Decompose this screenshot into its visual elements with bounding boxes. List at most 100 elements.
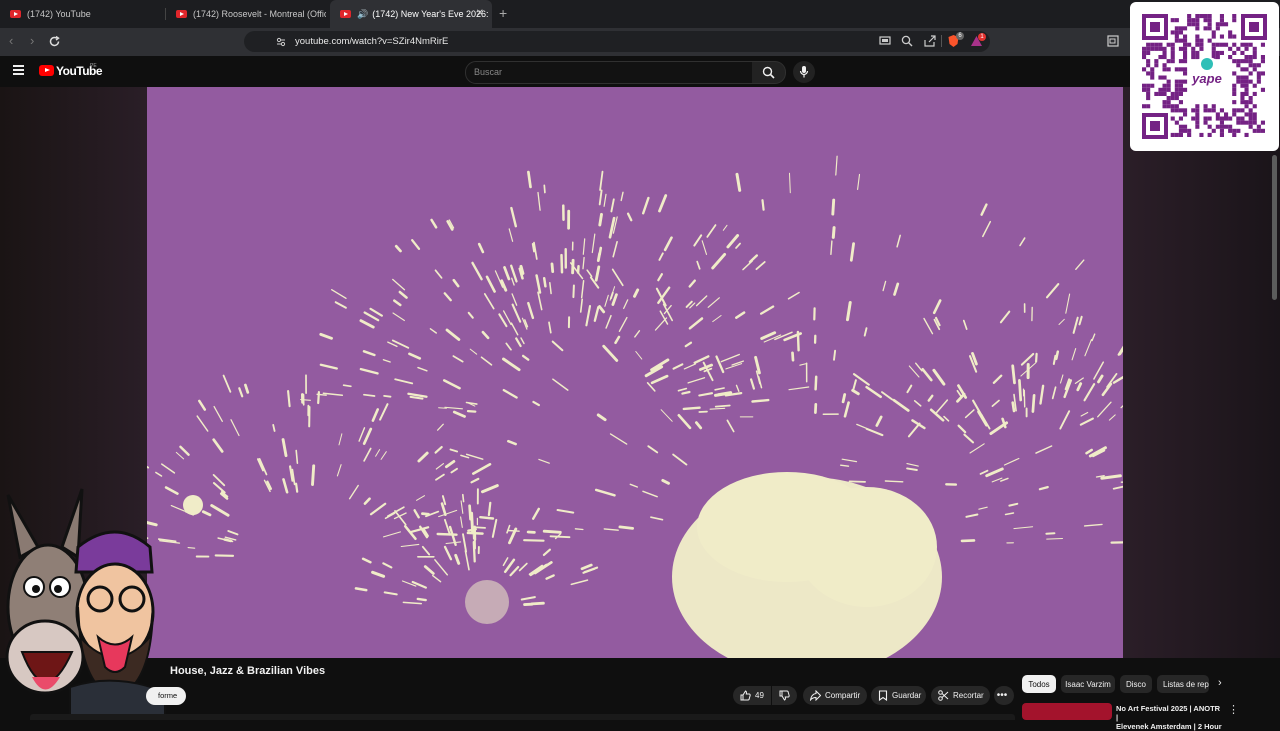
firework-streak <box>456 555 459 563</box>
like-button[interactable]: 49 <box>733 686 771 705</box>
firework-streak <box>761 307 773 314</box>
site-settings-icon[interactable] <box>276 37 286 47</box>
video-player[interactable] <box>147 87 1123 658</box>
firework-streak <box>473 464 490 473</box>
qr-module <box>1261 88 1265 92</box>
hamburger-menu-icon[interactable] <box>13 65 24 75</box>
firework-streak <box>934 301 940 313</box>
firework-streak <box>528 303 533 318</box>
save-button[interactable]: Guardar <box>871 686 926 705</box>
chip-todos[interactable]: Todos <box>1022 675 1056 693</box>
chip-playlists[interactable]: Listas de repr <box>1157 675 1209 693</box>
qr-module <box>1154 43 1158 47</box>
clip-button[interactable]: Recortar <box>931 686 990 705</box>
qr-module <box>1232 112 1236 116</box>
firework-streak <box>587 270 591 276</box>
firework-streak <box>511 567 519 575</box>
qr-module <box>1158 76 1162 80</box>
voice-search-button[interactable] <box>793 61 815 83</box>
qr-module <box>1146 51 1150 55</box>
chip-isaac-varzim[interactable]: Isaac Varzim <box>1061 675 1115 693</box>
firework-streak <box>197 416 208 431</box>
speaker-icon[interactable]: 🔊 <box>357 9 368 20</box>
qr-module <box>1195 55 1199 59</box>
qr-module <box>1245 43 1249 47</box>
tab-title: (1742) New Year's Eve 2026: <box>372 9 488 19</box>
firework-streak <box>454 280 458 286</box>
qr-module <box>1175 67 1179 71</box>
qr-module <box>1150 76 1154 80</box>
zoom-icon[interactable] <box>901 35 913 47</box>
firework-streak <box>596 267 599 280</box>
qr-module <box>1240 92 1244 96</box>
firework-streak <box>648 446 657 452</box>
qr-module <box>1142 88 1146 92</box>
firework-streak <box>690 319 702 329</box>
more-vertical-icon[interactable]: ⋮ <box>1228 703 1239 716</box>
dislike-button[interactable] <box>772 686 797 705</box>
firework-streak <box>537 276 540 293</box>
new-tab-button[interactable]: + <box>499 5 507 21</box>
qr-module <box>1232 59 1236 63</box>
firework-streak <box>415 510 419 517</box>
firework-streak <box>716 394 727 396</box>
close-tab-icon[interactable]: ✕ <box>476 8 484 19</box>
tab-title: (1742) Roosevelt - Montreal (Official <box>193 9 326 19</box>
qr-module <box>1220 117 1224 121</box>
search-input[interactable] <box>465 61 753 84</box>
qr-module <box>1253 63 1257 67</box>
recommendation-title[interactable]: No Art Festival 2025 | ANOTR | Elevenek … <box>1116 704 1224 731</box>
firework-streak <box>613 269 623 285</box>
firework-streak <box>495 271 502 287</box>
firework-streak <box>619 318 627 332</box>
qr-module <box>1216 125 1220 129</box>
firework-streak <box>539 459 549 463</box>
firework-streak <box>363 559 370 562</box>
firework-streak <box>604 194 606 206</box>
firework-streak <box>907 386 911 393</box>
page-scrollbar[interactable] <box>1272 155 1277 300</box>
share-button[interactable]: Compartir <box>803 686 867 705</box>
tab-roosevelt[interactable]: (1742) Roosevelt - Montreal (Official <box>166 0 326 28</box>
scissors-icon <box>938 690 949 701</box>
firework-streak <box>465 551 469 570</box>
qr-module <box>1171 47 1175 51</box>
qr-module <box>1253 92 1257 96</box>
forward-icon[interactable]: › <box>30 33 34 48</box>
back-icon[interactable]: ‹ <box>9 33 13 48</box>
sidebar-toggle-icon[interactable] <box>1107 35 1119 47</box>
more-actions-button[interactable]: ••• <box>994 686 1014 705</box>
tab-youtube-home[interactable]: (1742) YouTube <box>0 0 165 28</box>
chevron-right-icon[interactable]: › <box>1218 677 1222 689</box>
firework-streak <box>544 531 560 532</box>
firework-streak <box>444 380 459 388</box>
firework-streak <box>423 529 427 536</box>
qr-module <box>1187 43 1191 47</box>
qr-module <box>1142 104 1146 108</box>
firework-streak <box>727 420 733 431</box>
firework-streak <box>412 240 419 249</box>
firework-streak <box>841 465 849 466</box>
cast-icon[interactable] <box>879 36 891 46</box>
search-button[interactable] <box>752 61 786 84</box>
youtube-logo-icon[interactable] <box>39 65 54 76</box>
share-page-icon[interactable] <box>924 35 936 47</box>
tab-new-years-eve[interactable]: 🔊 (1742) New Year's Eve 2026: ✕ <box>330 0 492 28</box>
recommendation-thumbnail[interactable] <box>1022 703 1112 720</box>
chip-disco[interactable]: Disco <box>1120 675 1152 693</box>
firework-streak <box>403 602 421 603</box>
firework-streak <box>552 264 553 272</box>
firework-streak <box>1076 260 1084 269</box>
qr-module <box>1245 67 1249 71</box>
qr-module <box>1245 84 1249 88</box>
firework-streak <box>364 449 371 461</box>
video-title: House, Jazz & Brazilian Vibes <box>170 665 325 677</box>
qr-module <box>1204 14 1208 18</box>
firework-streak <box>445 293 451 300</box>
firework-streak <box>885 481 902 482</box>
reload-icon[interactable] <box>48 35 61 48</box>
firework-streak <box>836 156 837 175</box>
qr-module <box>1158 55 1162 59</box>
qr-module <box>1236 117 1240 121</box>
qr-module <box>1146 71 1150 75</box>
